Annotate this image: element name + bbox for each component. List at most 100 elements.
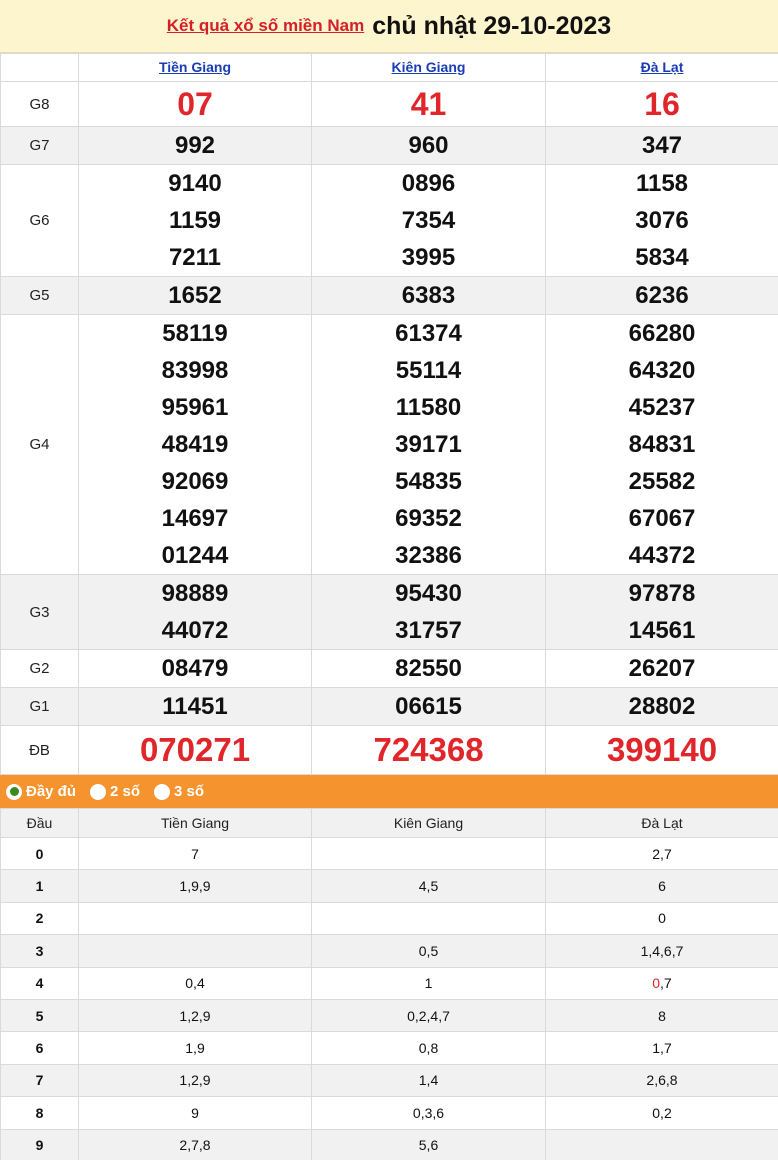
- prize-number: 14697: [161, 505, 229, 532]
- prize-number: 11580: [395, 394, 462, 421]
- prize-row: ĐB 070271 724368 399140: [0, 725, 778, 775]
- loto-row: 0 7 2,7: [0, 836, 778, 871]
- prize-label: G8: [0, 81, 79, 127]
- prize-label: G2: [0, 649, 79, 688]
- loto-cell: 1: [311, 966, 546, 1000]
- prize-number: 44372: [628, 542, 696, 569]
- prize-cell: 82550: [311, 649, 546, 688]
- prize-row: G4 58119 83998 95961 48419 92069 14697 01244 613…: [0, 314, 778, 575]
- prize-row: G2 08479 82550 26207: [0, 649, 778, 688]
- prize-number: 41: [410, 86, 447, 122]
- radio-icon[interactable]: [154, 783, 171, 800]
- prize-label: G5: [0, 276, 79, 315]
- filter-option[interactable]: 2 số: [90, 783, 140, 800]
- loto-table: Đầu Tiền Giang Kiên Giang Đà Lạt 0 7 2,7 1 1,9,9…: [0, 808, 778, 1160]
- prize-number: 399140: [606, 731, 718, 768]
- province-link[interactable]: Tiền Giang: [159, 59, 231, 75]
- loto-cell: 5,6: [311, 1128, 546, 1160]
- prize-cell: 724368: [311, 725, 546, 775]
- prize-cell: 0896 7354 3995: [311, 164, 546, 277]
- loto-cell: 1,9,9: [78, 869, 312, 903]
- loto-row: 9 2,7,8 5,6: [0, 1128, 778, 1160]
- prize-cell: 960: [311, 126, 546, 165]
- loto-cell: 1,4,6,7: [545, 934, 778, 968]
- prize-cell: 347: [545, 126, 778, 165]
- dau-digit: 2: [0, 901, 79, 936]
- prize-label: ĐB: [0, 725, 79, 775]
- loto-row: 3 0,5 1,4,6,7: [0, 934, 778, 968]
- prize-cell: 399140: [545, 725, 778, 775]
- prize-cell: 41: [311, 81, 546, 127]
- prize-number: 1652: [168, 282, 222, 309]
- prize-row: G1 11451 06615 28802: [0, 687, 778, 726]
- loto-cell: 0,2: [545, 1096, 778, 1130]
- prize-number: 1158: [635, 170, 689, 197]
- prize-number: 992: [174, 132, 216, 159]
- radio-icon[interactable]: [90, 783, 107, 800]
- prize-number: 11451: [162, 693, 228, 720]
- prize-number: 724368: [373, 731, 484, 768]
- prize-number: 5834: [635, 244, 689, 271]
- loto-cell: 1,2,9: [78, 998, 312, 1033]
- prize-cell: 07: [78, 81, 312, 127]
- prize-cell: 61374 55114 11580 39171 54835 69352 32386: [311, 314, 546, 575]
- prize-cell: 070271: [78, 725, 312, 775]
- prize-number: 01244: [161, 542, 229, 569]
- prize-number: 26207: [628, 655, 696, 682]
- prize-cell: 98889 44072: [78, 574, 312, 650]
- dau-digit: 1: [0, 869, 79, 903]
- filter-option[interactable]: 3 số: [154, 783, 204, 800]
- results-link[interactable]: Kết quả xổ số miền Nam: [167, 16, 364, 36]
- loto-cell: [311, 836, 546, 871]
- prize-number: 16: [644, 86, 680, 122]
- loto-cell: 7: [78, 836, 312, 871]
- prize-number: 61374: [395, 320, 462, 347]
- dau-digit: 5: [0, 998, 79, 1033]
- filter-option[interactable]: Đầy đủ: [6, 783, 76, 800]
- loto-cell: [78, 934, 312, 968]
- draw-date: chủ nhật 29-10-2023: [372, 11, 612, 40]
- loto-cell: 0: [545, 901, 778, 936]
- radio-icon[interactable]: [6, 783, 22, 800]
- prize-number: 07: [177, 86, 213, 122]
- prize-cell: 11451: [78, 687, 312, 726]
- prize-number: 64320: [628, 357, 696, 384]
- prize-number: 67067: [628, 505, 696, 532]
- prize-number: 98889: [161, 580, 229, 607]
- prize-number: 6236: [635, 282, 689, 309]
- loto-row: 5 1,2,9 0,2,4,7 8: [0, 998, 778, 1033]
- prize-number: 3076: [635, 207, 689, 234]
- prize-number: 84831: [628, 431, 696, 458]
- loto-header-row: Đầu Tiền Giang Kiên Giang Đà Lạt: [0, 808, 778, 838]
- loto-row: 20: [0, 901, 778, 936]
- loto-cell: 0,5: [311, 934, 546, 968]
- prize-number: 070271: [139, 731, 251, 768]
- province-link[interactable]: Đà Lạt: [641, 59, 684, 75]
- loto-cell: 1,4: [311, 1063, 546, 1098]
- filter-option-label: 2 số: [110, 783, 141, 800]
- prize-number: 960: [408, 132, 449, 159]
- prize-number: 95961: [161, 394, 229, 421]
- dau-digit: 3: [0, 934, 79, 968]
- loto-cell: [311, 901, 546, 936]
- prize-cell: 6383: [311, 276, 546, 315]
- prize-cell: 16: [545, 81, 778, 127]
- prize-number: 32386: [395, 542, 462, 569]
- prize-number: 347: [641, 132, 683, 159]
- prize-number: 92069: [161, 468, 229, 495]
- dau-digit: 4: [0, 966, 79, 1000]
- prize-cell: 66280 64320 45237 84831 25582 67067 44372: [545, 314, 778, 575]
- prize-number: 45237: [628, 394, 696, 421]
- prize-cell: 97878 14561: [545, 574, 778, 650]
- digit-filter-bar: Đầy đủ 2 số 3 số: [0, 775, 778, 808]
- province-header-cell: Đà Lạt: [545, 53, 778, 82]
- prize-number: 7354: [401, 207, 456, 234]
- prize-number: 82550: [395, 655, 462, 682]
- province-link[interactable]: Kiên Giang: [392, 59, 466, 75]
- highlighted-digit: 0: [652, 975, 661, 992]
- prize-cell: 95430 31757: [311, 574, 546, 650]
- loto-cell: 0,4: [78, 966, 312, 1000]
- loto-row: 6 1,9 0,8 1,7: [0, 1031, 778, 1065]
- prize-number: 0896: [401, 170, 456, 197]
- loto-cell: [78, 901, 312, 936]
